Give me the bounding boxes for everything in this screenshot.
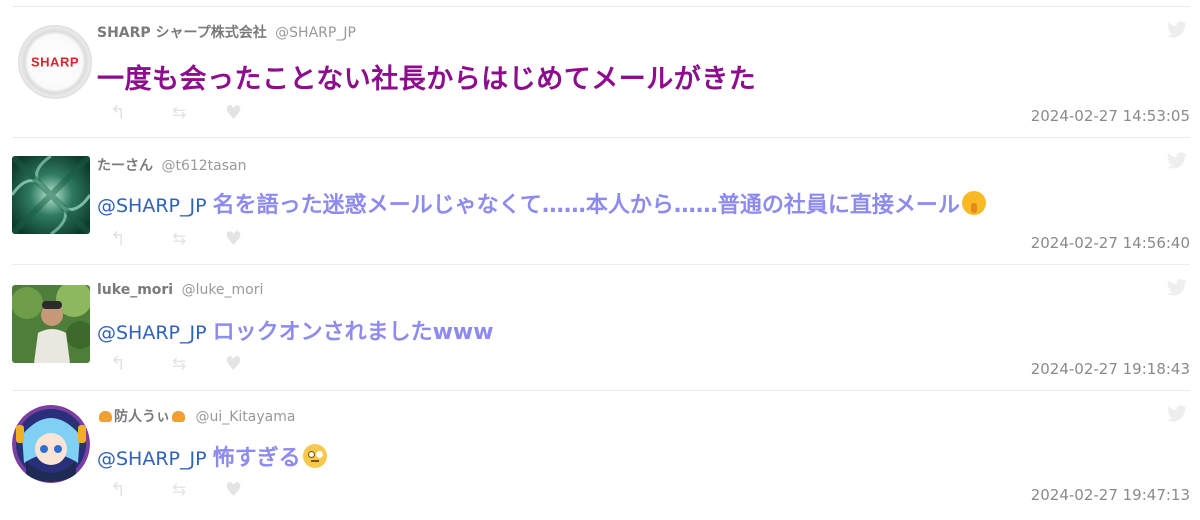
tweet-body: 怖すぎる	[212, 446, 301, 471]
avatar[interactable]	[12, 285, 90, 363]
tweet-header: SHARP シャープ株式会社 @SHARP_JP	[97, 22, 356, 42]
tweet-thread: SHARP SHARP シャープ株式会社 @SHARP_JP 一度も会ったことな…	[0, 0, 1200, 520]
tweet-text: @SHARP_JP 怖すぎる	[97, 440, 327, 472]
reply-icon[interactable]: ↰	[110, 479, 126, 501]
tweet-actions: ↰ ⇆ ♥	[110, 102, 250, 124]
heart-icon[interactable]: ♥	[225, 102, 242, 124]
user-handle[interactable]: @luke_mori	[182, 282, 264, 298]
pancake-emoji	[99, 411, 112, 422]
tweet-actions: ↰ ⇆ ♥	[110, 479, 250, 501]
retweet-icon[interactable]: ⇆	[172, 228, 186, 250]
retweet-icon[interactable]: ⇆	[172, 479, 186, 501]
reply-icon[interactable]: ↰	[110, 353, 126, 375]
user-handle[interactable]: @t612tasan	[161, 158, 246, 174]
display-name[interactable]: luke_mori	[97, 282, 173, 298]
tweet-header: たーさん @t612tasan	[97, 155, 246, 175]
avatar-image	[12, 405, 90, 483]
heart-icon[interactable]: ♥	[225, 353, 242, 375]
tweet-body: 名を語った迷惑メールじゃなくて……本人から……普通の社員に直接メール	[212, 193, 960, 218]
twitter-bird-icon[interactable]	[1166, 21, 1188, 39]
user-handle[interactable]: @ui_Kitayama	[195, 409, 295, 425]
display-name[interactable]: 防人うぃ	[114, 409, 170, 425]
tweet-body: ロックオンされましたwww	[212, 320, 494, 345]
avatar[interactable]	[12, 156, 90, 234]
tweet-header: 防人うぃ @ui_Kitayama	[97, 406, 295, 426]
timestamp[interactable]: 2024-02-27 14:53:05	[1031, 107, 1190, 125]
avatar-image	[12, 285, 90, 363]
tweet-text: 一度も会ったことない社長からはじめてメールがきた	[97, 57, 756, 96]
timestamp[interactable]: 2024-02-27 19:18:43	[1031, 360, 1190, 378]
tweet-body: 一度も会ったことない社長からはじめてメールがきた	[97, 64, 757, 95]
heart-icon[interactable]: ♥	[225, 479, 242, 501]
retweet-icon[interactable]: ⇆	[172, 353, 186, 375]
mention-link[interactable]: @SHARP_JP	[97, 195, 207, 217]
tweet-item: たーさん @t612tasan @SHARP_JP 名を語った迷惑メールじゃなくて…	[12, 137, 1190, 264]
tweet-actions: ↰ ⇆ ♥	[110, 353, 250, 375]
tweet-item: 防人うぃ @ui_Kitayama @SHARP_JP 怖すぎる ↰ ⇆ ♥ 20…	[12, 390, 1190, 519]
shushing-face-emoji	[961, 191, 986, 215]
mention-link[interactable]: @SHARP_JP	[97, 322, 207, 344]
twitter-bird-icon[interactable]	[1166, 152, 1188, 170]
tweet-text: @SHARP_JP 名を語った迷惑メールじゃなくて……本人から……普通の社員に直接…	[97, 187, 986, 219]
tweet-text: @SHARP_JP ロックオンされましたwww	[97, 314, 494, 346]
reply-icon[interactable]: ↰	[110, 102, 126, 124]
user-handle[interactable]: @SHARP_JP	[275, 25, 356, 41]
tweet-item: luke_mori @luke_mori @SHARP_JP ロックオンされました…	[12, 264, 1190, 390]
timestamp[interactable]: 2024-02-27 14:56:40	[1031, 234, 1190, 252]
heart-icon[interactable]: ♥	[225, 228, 242, 250]
face-with-rolling-eyes-emoji	[302, 444, 327, 468]
avatar[interactable]	[12, 405, 90, 483]
tweet-item: SHARP SHARP シャープ株式会社 @SHARP_JP 一度も会ったことな…	[12, 6, 1190, 137]
pancake-emoji	[172, 411, 185, 422]
tweet-header: luke_mori @luke_mori	[97, 282, 263, 298]
mention-link[interactable]: @SHARP_JP	[97, 448, 207, 470]
display-name[interactable]: たーさん	[97, 158, 153, 174]
twitter-bird-icon[interactable]	[1166, 405, 1188, 423]
retweet-icon[interactable]: ⇆	[172, 102, 186, 124]
avatar-image	[12, 156, 90, 234]
twitter-bird-icon[interactable]	[1166, 279, 1188, 297]
tweet-actions: ↰ ⇆ ♥	[110, 228, 250, 250]
reply-icon[interactable]: ↰	[110, 228, 126, 250]
display-name[interactable]: SHARP シャープ株式会社	[97, 25, 267, 41]
timestamp[interactable]: 2024-02-27 19:47:13	[1031, 486, 1190, 504]
sharp-logo: SHARP	[30, 54, 80, 70]
avatar[interactable]: SHARP	[18, 25, 92, 99]
